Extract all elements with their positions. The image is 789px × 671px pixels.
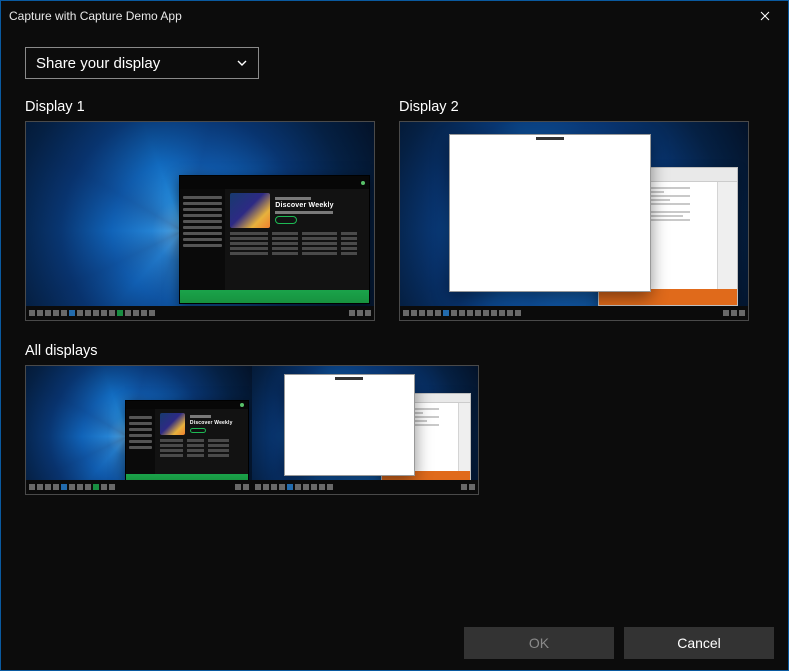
thumbnail-all-displays[interactable]: Discover Weekly: [25, 365, 479, 495]
option-label: Display 2: [399, 99, 749, 115]
spotify-window: Discover Weekly: [179, 175, 370, 304]
taskbar: [400, 306, 748, 320]
window-title: Capture with Capture Demo App: [9, 9, 182, 23]
ok-button[interactable]: OK: [464, 627, 614, 659]
share-mode-dropdown[interactable]: Share your display: [25, 47, 259, 79]
dialog-footer: OK Cancel: [1, 616, 788, 670]
display-row: Display 1: [25, 99, 764, 321]
option-label: All displays: [25, 343, 764, 359]
option-label: Display 1: [25, 99, 375, 115]
thumbnail-display-2[interactable]: [399, 121, 749, 321]
thumbnail-display-1[interactable]: Discover Weekly: [25, 121, 375, 321]
option-display-2: Display 2: [399, 99, 749, 321]
chevron-down-icon: [236, 57, 248, 69]
cancel-button[interactable]: Cancel: [624, 627, 774, 659]
option-display-1: Display 1: [25, 99, 375, 321]
all-displays-right: [252, 366, 478, 494]
content-area: Display 1: [1, 87, 788, 616]
dropdown-label: Share your display: [36, 55, 236, 72]
taskbar: [26, 306, 374, 320]
blank-window: [449, 134, 651, 292]
toolbar: Share your display: [1, 31, 788, 87]
titlebar: Capture with Capture Demo App: [1, 1, 788, 31]
all-displays-left: Discover Weekly: [26, 366, 252, 494]
close-icon: [760, 11, 770, 21]
spotify-playlist-title: Discover Weekly: [275, 202, 364, 209]
close-button[interactable]: [742, 1, 788, 31]
dialog-window: Capture with Capture Demo App Share your…: [0, 0, 789, 671]
option-all-displays: All displays: [25, 343, 764, 495]
